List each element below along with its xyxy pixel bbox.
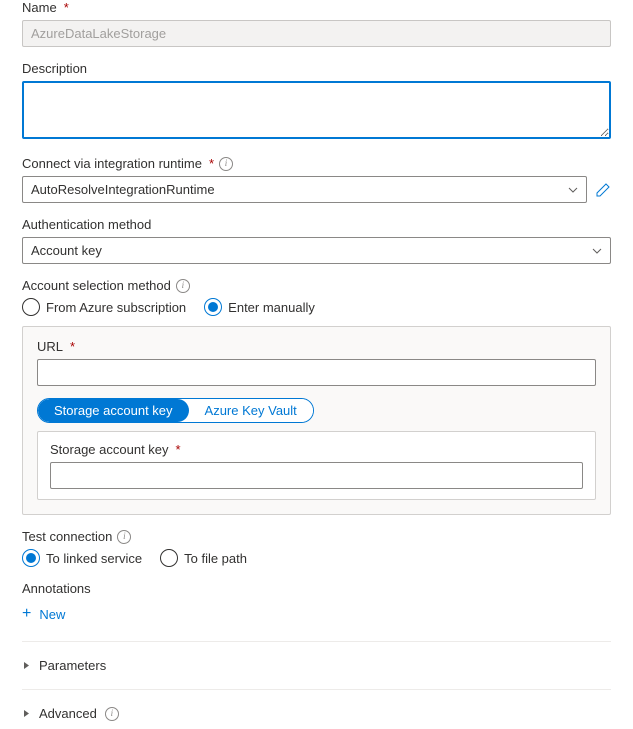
edit-icon[interactable] [595, 182, 611, 198]
annotations-field: Annotations + New [22, 581, 611, 627]
url-input[interactable] [37, 359, 596, 386]
required-asterisk: * [64, 0, 69, 15]
account-selection-label: Account selection method i [22, 278, 611, 293]
runtime-select-container: AutoResolveIntegrationRuntime [22, 176, 587, 203]
radio-icon-checked [204, 298, 222, 316]
plus-icon: + [22, 605, 31, 623]
test-connection-label-text: Test connection [22, 529, 112, 544]
required-asterisk: * [209, 156, 214, 171]
storage-key-label: Storage account key * [50, 442, 583, 457]
radio-label: To linked service [46, 551, 142, 566]
name-input [22, 20, 611, 47]
required-asterisk: * [176, 442, 181, 457]
annotations-label: Annotations [22, 581, 611, 596]
chevron-right-icon [22, 661, 31, 670]
account-selection-radios: From Azure subscription Enter manually [22, 298, 611, 316]
tab-azure-key-vault[interactable]: Azure Key Vault [189, 399, 313, 422]
name-field: Name * [22, 0, 611, 47]
radio-label: Enter manually [228, 300, 315, 315]
radio-to-file-path[interactable]: To file path [160, 549, 247, 567]
description-label-text: Description [22, 61, 87, 76]
url-field: URL * [37, 339, 596, 386]
auth-method-label-text: Authentication method [22, 217, 151, 232]
radio-to-linked-service[interactable]: To linked service [22, 549, 142, 567]
runtime-label: Connect via integration runtime * i [22, 156, 611, 171]
description-input[interactable] [22, 81, 611, 139]
storage-key-label-text: Storage account key [50, 442, 169, 457]
auth-method-field: Authentication method Account key [22, 217, 611, 264]
auth-method-value: Account key [31, 243, 102, 258]
account-selection-label-text: Account selection method [22, 278, 171, 293]
radio-icon [160, 549, 178, 567]
description-label: Description [22, 61, 611, 76]
url-label: URL * [37, 339, 596, 354]
runtime-select-wrap: AutoResolveIntegrationRuntime [22, 176, 611, 203]
runtime-label-text: Connect via integration runtime [22, 156, 202, 171]
parameters-section[interactable]: Parameters [22, 650, 611, 681]
name-label: Name * [22, 0, 611, 15]
runtime-select[interactable]: AutoResolveIntegrationRuntime [22, 176, 587, 203]
new-label: New [39, 607, 65, 622]
account-selection-field: Account selection method i From Azure su… [22, 278, 611, 515]
info-icon[interactable]: i [117, 530, 131, 544]
storage-key-box: Storage account key * [37, 431, 596, 500]
radio-label: To file path [184, 551, 247, 566]
manual-entry-panel: URL * Storage account key Azure Key Vaul… [22, 326, 611, 515]
radio-enter-manually[interactable]: Enter manually [204, 298, 315, 316]
url-label-text: URL [37, 339, 63, 354]
required-asterisk: * [70, 339, 75, 354]
test-connection-field: Test connection i To linked service To f… [22, 529, 611, 567]
annotations-label-text: Annotations [22, 581, 91, 596]
auth-method-label: Authentication method [22, 217, 611, 232]
radio-icon [22, 298, 40, 316]
divider [22, 641, 611, 642]
radio-from-subscription[interactable]: From Azure subscription [22, 298, 186, 316]
advanced-label: Advanced [39, 706, 97, 721]
info-icon[interactable]: i [105, 707, 119, 721]
info-icon[interactable]: i [219, 157, 233, 171]
add-annotation-button[interactable]: + New [22, 601, 611, 627]
runtime-field: Connect via integration runtime * i Auto… [22, 156, 611, 203]
radio-label: From Azure subscription [46, 300, 186, 315]
auth-method-select[interactable]: Account key [22, 237, 611, 264]
name-label-text: Name [22, 0, 57, 15]
runtime-value: AutoResolveIntegrationRuntime [31, 182, 215, 197]
description-field: Description [22, 61, 611, 142]
divider [22, 689, 611, 690]
tab-storage-account-key[interactable]: Storage account key [38, 399, 189, 422]
test-connection-radios: To linked service To file path [22, 549, 611, 567]
key-source-tabs: Storage account key Azure Key Vault [37, 398, 314, 423]
chevron-right-icon [22, 709, 31, 718]
info-icon[interactable]: i [176, 279, 190, 293]
auth-method-select-container: Account key [22, 237, 611, 264]
parameters-label: Parameters [39, 658, 106, 673]
storage-key-input[interactable] [50, 462, 583, 489]
radio-icon-checked [22, 549, 40, 567]
test-connection-label: Test connection i [22, 529, 611, 544]
